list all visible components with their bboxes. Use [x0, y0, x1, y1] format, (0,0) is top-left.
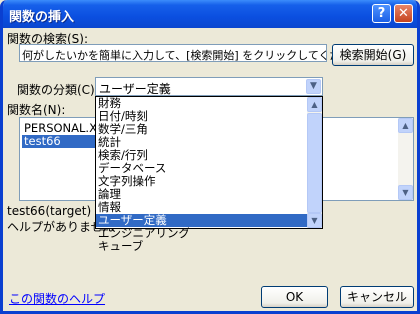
function-list-item-label: test66	[22, 135, 96, 148]
function-name-label: 関数名(N):	[7, 103, 66, 117]
dialog-title: 関数の挿入	[9, 10, 75, 25]
scroll-up-icon[interactable]: ▲	[307, 97, 322, 112]
category-dropdown-list[interactable]: 財務 日付/時刻 数学/三角 統計 検索/行列 データベース 文字列操作 論理 …	[95, 96, 323, 253]
category-options: 財務 日付/時刻 数学/三角 統計 検索/行列 データベース 文字列操作 論理 …	[96, 97, 308, 253]
function-list-scrollbar[interactable]: ▲ ▼	[398, 118, 413, 200]
chevron-down-icon[interactable]: ▼	[306, 79, 321, 94]
cancel-button[interactable]: キャンセル	[340, 286, 414, 308]
search-input[interactable]: 何がしたいかを簡単に入力して、[検索開始] をクリックしてください。	[19, 44, 374, 62]
category-select[interactable]: ユーザー定義 ▼	[95, 77, 323, 96]
scroll-thumb[interactable]	[307, 113, 322, 213]
function-list-item-test66[interactable]: test66	[22, 135, 96, 148]
category-selected-value: ユーザー定義	[99, 82, 171, 96]
function-signature: test66(target)	[7, 204, 92, 218]
search-go-button[interactable]: 検索開始(G)	[332, 44, 414, 66]
insert-function-dialog: 関数の挿入 ? ✕ 関数の検索(S): 何がしたいかを簡単に入力して、[検索開始…	[0, 0, 420, 314]
scroll-down-icon[interactable]: ▼	[307, 213, 322, 228]
category-option[interactable]: 数学/三角	[96, 123, 308, 136]
scroll-down-icon[interactable]: ▼	[398, 185, 413, 200]
search-input-text: 何がしたいかを簡単に入力して、[検索開始] をクリックしてください。	[22, 49, 374, 62]
category-option[interactable]: 文字列操作	[96, 175, 308, 188]
category-option[interactable]: キューブ	[96, 240, 308, 253]
function-help-link[interactable]: この関数のヘルプ	[9, 290, 105, 307]
category-label: 関数の分類(C):	[17, 83, 99, 97]
close-button[interactable]: ✕	[394, 4, 413, 23]
scroll-up-icon[interactable]: ▲	[398, 118, 413, 133]
help-button[interactable]: ?	[372, 4, 391, 23]
category-dropdown-scrollbar[interactable]: ▲ ▼	[307, 97, 322, 228]
title-bar[interactable]: 関数の挿入 ? ✕	[3, 0, 417, 28]
category-option[interactable]: 論理	[96, 188, 308, 201]
ok-button[interactable]: OK	[261, 286, 328, 308]
